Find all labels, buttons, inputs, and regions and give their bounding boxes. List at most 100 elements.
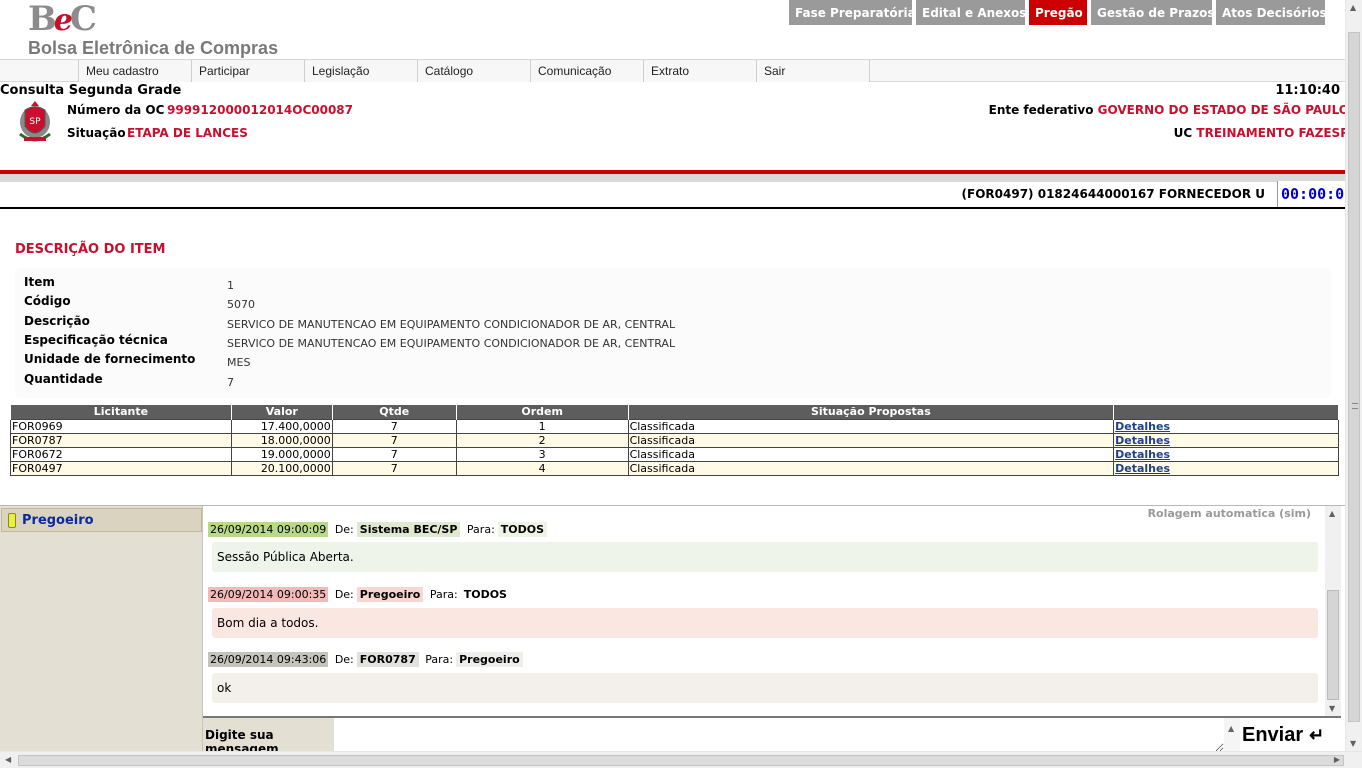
logo-text: Bolsa Eletrônica de Compras — [28, 38, 279, 58]
main-nav: Meu cadastro Participar Legislação Catál… — [0, 59, 1348, 82]
from-label: De: — [334, 588, 354, 601]
page-title: Consulta Segunda Grade — [0, 83, 182, 98]
to-label: Para: — [466, 523, 495, 536]
cell-licitante: FOR0497 — [10, 461, 232, 476]
chat-scrollbar[interactable]: ▲ ▼ — [1325, 506, 1341, 716]
table-header-row: Licitante Valor Qtde Ordem Situação Prop… — [10, 404, 1339, 420]
unidade-label: Unidade de fornecimento — [24, 352, 196, 366]
cell-detalhes: Detalhes — [1113, 433, 1339, 448]
scroll-corner — [1345, 752, 1362, 768]
cell-situacao: Classificada — [627, 433, 1115, 448]
page-scroll-thumb[interactable] — [1348, 32, 1360, 722]
message-from: Sistema BEC/SP — [356, 522, 461, 537]
codigo-value: 5070 — [227, 298, 255, 311]
detalhes-link[interactable]: Detalhes — [1115, 462, 1170, 475]
crest-text: SP — [29, 117, 41, 127]
cell-situacao: Classificada — [627, 419, 1115, 434]
cell-qtde: 7 — [331, 419, 457, 434]
message-prompt: Digite sua mensagem — [203, 718, 334, 756]
black-divider — [0, 207, 1348, 209]
quantidade-label: Quantidade — [24, 372, 103, 386]
page-scroll-down-icon[interactable]: ▼ — [1350, 739, 1356, 748]
page-horizontal-scrollbar[interactable]: ◀ ▶ — [0, 751, 1362, 768]
input-scroll-icon[interactable]: ▲ — [1224, 718, 1240, 752]
message-body: Bom dia a todos. — [212, 608, 1318, 638]
col-situacao: Situação Propostas — [627, 404, 1115, 420]
tab-fase-preparatoria[interactable]: Fase Preparatória — [789, 0, 916, 25]
nav-meu-cadastro[interactable]: Meu cadastro — [78, 60, 191, 82]
ente-federativo: Ente federativo GOVERNO DO ESTADO DE SÃO… — [989, 103, 1349, 117]
tab-gestao-de-prazos[interactable]: Gestão de Prazos — [1091, 0, 1214, 25]
table-row: FOR0497 20.100,0000 7 4 Classificada Det… — [10, 461, 1339, 476]
nav-sair[interactable]: Sair — [756, 60, 869, 82]
scroll-down-icon[interactable]: ▼ — [1329, 704, 1335, 713]
cell-detalhes: Detalhes — [1113, 419, 1339, 434]
cell-qtde: 7 — [331, 461, 457, 476]
chat-panel: Pregoeiro Rolagem automatica (sim) 26/09… — [0, 505, 1348, 756]
send-button[interactable]: Enviar ↵ — [1242, 719, 1324, 751]
col-qtde: Qtde — [331, 404, 457, 420]
cell-ordem: 3 — [455, 447, 629, 462]
logo-mark: BeC — [28, 0, 97, 39]
detalhes-link[interactable]: Detalhes — [1115, 434, 1170, 447]
nav-catalogo[interactable]: Catálogo — [417, 60, 530, 82]
cell-qtde: 7 — [331, 447, 457, 462]
page-hscroll-thumb[interactable] — [18, 755, 1344, 766]
uc-value: TREINAMENTO FAZESP — [1196, 126, 1349, 140]
nav-legislacao[interactable]: Legislação — [304, 60, 417, 82]
especificacao-label: Especificação técnica — [24, 333, 168, 347]
scroll-up-icon[interactable]: ▲ — [1329, 509, 1335, 518]
cell-valor: 18.000,0000 — [230, 433, 333, 448]
from-label: De: — [334, 653, 354, 666]
cell-ordem: 1 — [455, 419, 629, 434]
cell-detalhes: Detalhes — [1113, 447, 1339, 462]
gray-divider — [0, 174, 1348, 182]
tab-pregao[interactable]: Pregão — [1029, 0, 1087, 25]
ente-value: GOVERNO DO ESTADO DE SÃO PAULO — [1097, 103, 1349, 117]
item-label: Item — [24, 275, 55, 289]
cell-situacao: Classificada — [627, 461, 1115, 476]
nav-participar[interactable]: Participar — [191, 60, 304, 82]
ente-label: Ente federativo — [988, 103, 1094, 117]
cell-valor: 17.400,0000 — [230, 419, 333, 434]
page-scroll-right-icon[interactable]: ▶ — [1334, 755, 1340, 764]
chat-scroll-thumb[interactable] — [1327, 590, 1339, 700]
cell-ordem: 2 — [455, 433, 629, 448]
message-header: 26/09/2014 09:43:06 De: FOR0787 Para: Preg… — [208, 652, 523, 667]
especificacao-value: SERVICO DE MANUTENCAO EM EQUIPAMENTO CON… — [227, 337, 676, 350]
cell-ordem: 4 — [455, 461, 629, 476]
item-panel — [15, 268, 1331, 398]
detalhes-link[interactable]: Detalhes — [1115, 448, 1170, 461]
detalhes-link[interactable]: Detalhes — [1115, 420, 1170, 433]
bids-table: Licitante Valor Qtde Ordem Situação Prop… — [10, 404, 1339, 476]
cell-licitante: FOR0969 — [10, 419, 232, 434]
nav-extrato[interactable]: Extrato — [643, 60, 756, 82]
uc-label: UC — [1173, 126, 1193, 140]
message-time: 26/09/2014 09:00:09 — [208, 522, 329, 537]
col-detalhes — [1113, 404, 1339, 420]
cell-detalhes: Detalhes — [1113, 461, 1339, 476]
cell-qtde: 7 — [331, 433, 457, 448]
col-ordem: Ordem — [455, 404, 629, 420]
tab-edital-e-anexos[interactable]: Edital e Anexos — [916, 0, 1026, 25]
bec-logo[interactable]: BeC Bolsa Eletrônica de Compras — [28, 0, 279, 59]
uc: UC TREINAMENTO FAZESP — [1174, 126, 1349, 140]
quantidade-value: 7 — [227, 376, 234, 389]
message-input[interactable] — [334, 718, 1224, 752]
cell-situacao: Classificada — [627, 447, 1115, 462]
page-scroll-left-icon[interactable]: ◀ — [5, 755, 11, 764]
item-value: 1 — [227, 279, 234, 292]
nav-comunicacao[interactable]: Comunicação — [530, 60, 643, 82]
chat-sidebar: Pregoeiro — [0, 506, 203, 752]
page-vertical-scrollbar[interactable]: ▲ ▼ — [1345, 0, 1362, 751]
role-name: Pregoeiro — [22, 513, 94, 528]
to-label: Para: — [425, 653, 454, 666]
codigo-label: Código — [24, 294, 71, 308]
oc-label: Número da OC — [67, 103, 165, 117]
item-section-title: DESCRIÇÃO DO ITEM — [15, 242, 166, 257]
message-from: Pregoeiro — [356, 587, 424, 602]
tab-atos-decisorios[interactable]: Atos Decisórios — [1216, 0, 1327, 25]
descricao-label: Descrição — [24, 314, 90, 328]
page-scroll-up-icon[interactable]: ▲ — [1350, 3, 1356, 12]
autoscroll-toggle[interactable]: Rolagem automatica (sim) — [1148, 507, 1311, 520]
